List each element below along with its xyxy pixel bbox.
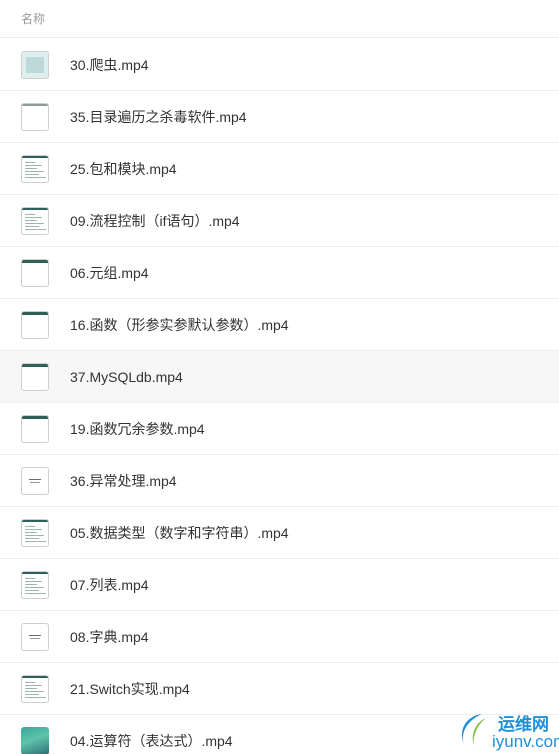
file-list-page: 名称 30.爬虫.mp4 35.目录遍历之杀毒软件.mp4 25.包和模块.mp4 0… <box>0 0 559 754</box>
video-thumbnail-icon <box>21 467 49 495</box>
file-row[interactable]: 37.MySQLdb.mp4 <box>0 351 559 403</box>
video-thumbnail-icon <box>21 207 49 235</box>
file-name: 25.包和模块.mp4 <box>70 160 177 177</box>
video-thumbnail-icon <box>21 155 49 183</box>
file-row[interactable]: 35.目录遍历之杀毒软件.mp4 <box>0 91 559 143</box>
video-thumbnail-icon <box>21 363 49 391</box>
file-name: 19.函数冗余参数.mp4 <box>70 420 205 437</box>
video-thumbnail-icon <box>21 623 49 651</box>
video-thumbnail-icon <box>21 415 49 443</box>
watermark-en: iyunv.com <box>492 732 559 751</box>
file-name: 35.目录遍历之杀毒软件.mp4 <box>70 108 247 125</box>
file-row[interactable]: 30.爬虫.mp4 <box>0 39 559 91</box>
video-thumbnail-icon <box>21 675 49 703</box>
file-name: 16.函数（形参实参默认参数）.mp4 <box>70 316 289 333</box>
file-name: 36.异常处理.mp4 <box>70 472 177 489</box>
file-row[interactable]: 16.函数（形参实参默认参数）.mp4 <box>0 299 559 351</box>
file-row[interactable]: 05.数据类型（数字和字符串）.mp4 <box>0 507 559 559</box>
file-name: 09.流程控制（if语句）.mp4 <box>70 212 240 229</box>
file-name: 07.列表.mp4 <box>70 576 149 593</box>
file-row[interactable]: 36.异常处理.mp4 <box>0 455 559 507</box>
file-name: 05.数据类型（数字和字符串）.mp4 <box>70 524 289 541</box>
video-thumbnail-icon <box>21 51 49 79</box>
file-row[interactable]: 07.列表.mp4 <box>0 559 559 611</box>
logo-swoosh-icon <box>462 714 486 746</box>
file-row[interactable]: 08.字典.mp4 <box>0 611 559 663</box>
file-name: 08.字典.mp4 <box>70 628 149 645</box>
file-name: 06.元组.mp4 <box>70 264 149 281</box>
list-header: 名称 <box>0 0 559 38</box>
watermark-logo: 运维网 iyunv.com <box>452 708 559 754</box>
file-name: 04.运算符（表达式）.mp4 <box>70 732 233 749</box>
file-row[interactable]: 19.函数冗余参数.mp4 <box>0 403 559 455</box>
file-name: 21.Switch实现.mp4 <box>70 680 190 697</box>
video-thumbnail-icon <box>21 103 49 131</box>
file-row[interactable]: 09.流程控制（if语句）.mp4 <box>0 195 559 247</box>
video-thumbnail-icon <box>21 259 49 287</box>
video-thumbnail-icon <box>21 311 49 339</box>
file-row[interactable]: 06.元组.mp4 <box>0 247 559 299</box>
name-column-header[interactable]: 名称 <box>21 10 45 27</box>
video-thumbnail-icon <box>21 727 49 754</box>
file-name: 37.MySQLdb.mp4 <box>70 368 183 385</box>
video-thumbnail-icon <box>21 519 49 547</box>
file-row[interactable]: 25.包和模块.mp4 <box>0 143 559 195</box>
file-name: 30.爬虫.mp4 <box>70 56 149 73</box>
video-thumbnail-icon <box>21 571 49 599</box>
